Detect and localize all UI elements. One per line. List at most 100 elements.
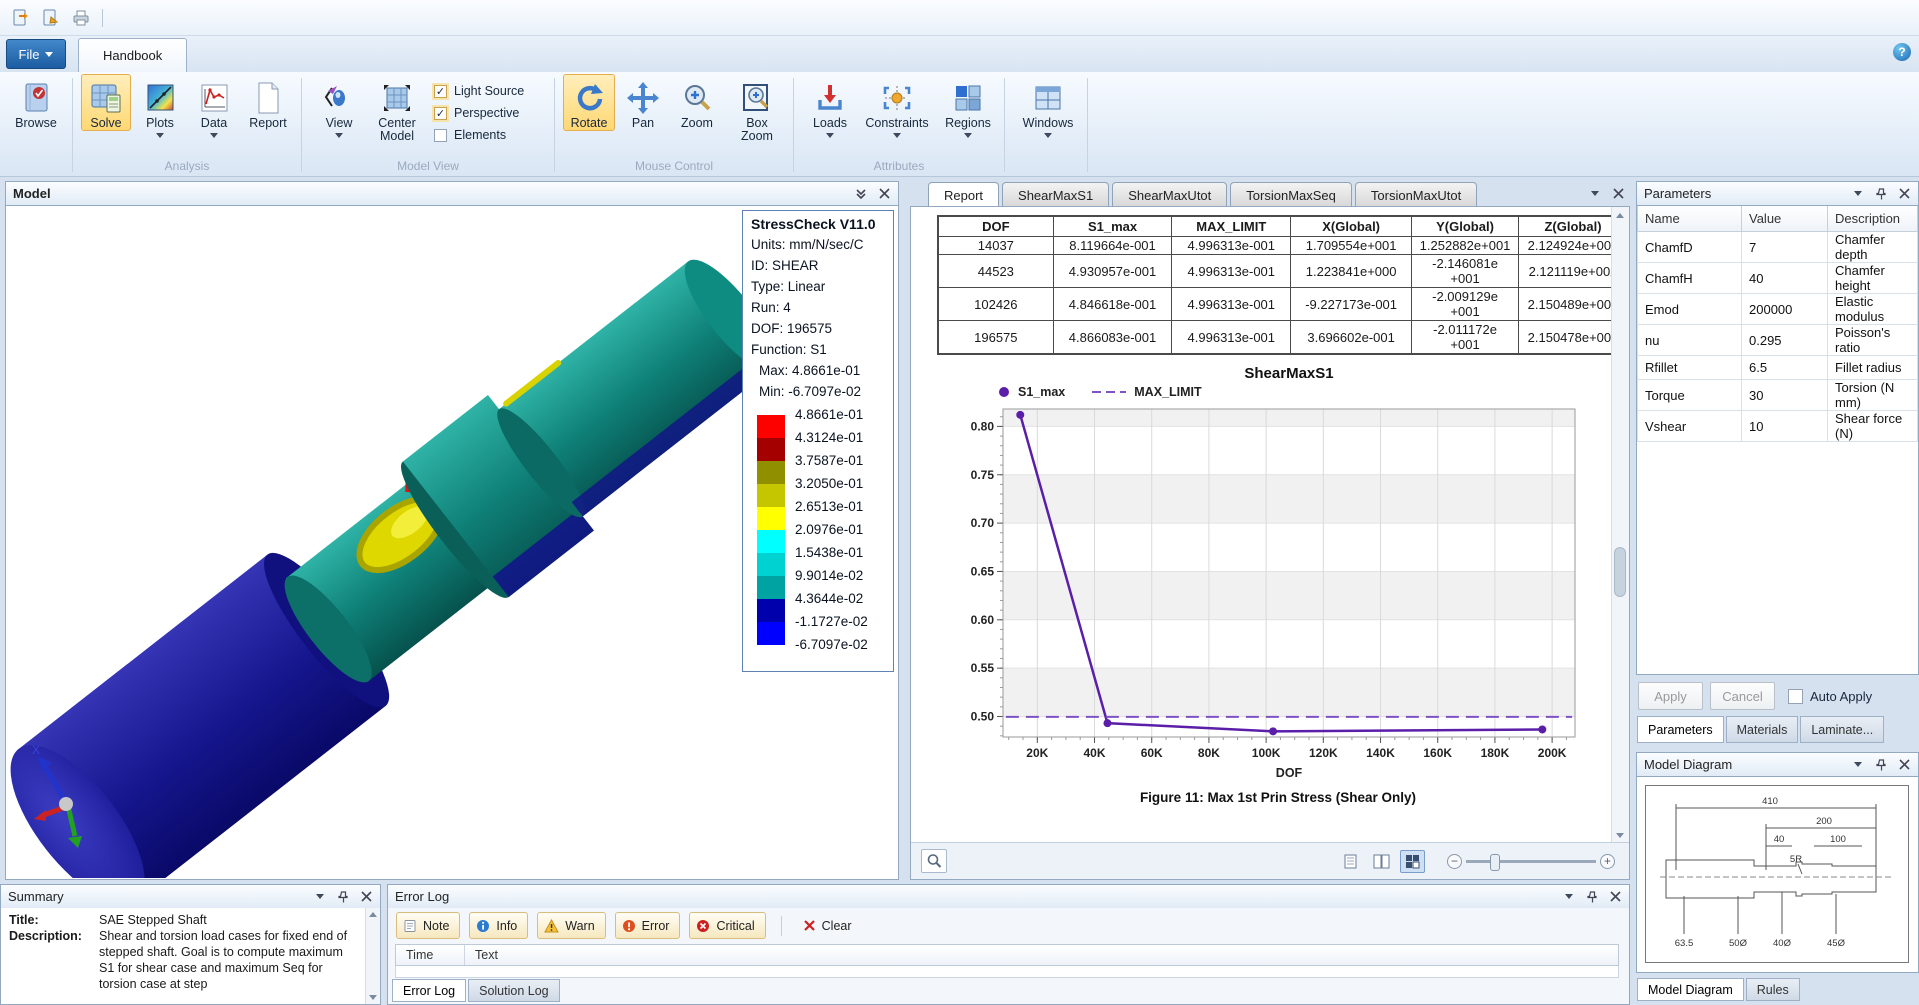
- print-button[interactable]: [70, 7, 92, 29]
- parameter-value-cell[interactable]: 0.295: [1742, 325, 1828, 356]
- help-icon[interactable]: ?: [1893, 43, 1911, 61]
- legend-tick-label: 4.3644e-02: [795, 590, 863, 608]
- zoom-button[interactable]: Zoom: [673, 74, 721, 131]
- tab-shearmaxs1[interactable]: ShearMaxS1: [1002, 182, 1109, 207]
- parameter-column-header: Value: [1742, 206, 1828, 232]
- windows-button[interactable]: Windows: [1017, 74, 1079, 139]
- parameter-column-header: Description: [1828, 206, 1918, 232]
- plots-button[interactable]: Plots: [135, 74, 185, 139]
- tab-materials[interactable]: Materials: [1726, 716, 1799, 743]
- report-column-header: Y(Global): [1412, 216, 1519, 237]
- parameter-value-cell[interactable]: 40: [1742, 263, 1828, 294]
- tab-handbook[interactable]: Handbook: [78, 38, 187, 72]
- tab-shearmaxutot[interactable]: ShearMaxUtot: [1112, 182, 1227, 207]
- info-filter-button[interactable]: Info: [469, 912, 528, 939]
- report-button[interactable]: Report: [243, 74, 293, 131]
- chevron-down-icon[interactable]: [1588, 186, 1602, 200]
- report-zoom-button[interactable]: [921, 849, 947, 873]
- parameter-column-header: Name: [1638, 206, 1742, 232]
- model-viewport[interactable]: X StressCheck V11.0 Units: mm/N/sec/CID:…: [5, 206, 899, 880]
- tab-torsionmaxseq[interactable]: TorsionMaxSeq: [1230, 182, 1352, 207]
- auto-apply-checkbox[interactable]: Auto Apply: [1788, 689, 1872, 704]
- save-model-button[interactable]: [40, 7, 62, 29]
- chevron-down-icon[interactable]: [313, 890, 327, 904]
- regions-button[interactable]: Regions: [940, 74, 996, 139]
- warn-filter-button[interactable]: Warn: [537, 912, 605, 939]
- close-icon[interactable]: [1897, 187, 1911, 201]
- center-model-button[interactable]: Center Model: [368, 74, 426, 144]
- tab-rules[interactable]: Rules: [1746, 978, 1800, 1001]
- tab-error-log[interactable]: Error Log: [392, 979, 466, 1002]
- parameter-value-cell[interactable]: 7: [1742, 232, 1828, 263]
- scroll-up-button[interactable]: [366, 908, 379, 921]
- clear-button[interactable]: Clear: [797, 913, 862, 938]
- column-text[interactable]: Text: [465, 948, 498, 962]
- chevron-down-icon[interactable]: [1851, 758, 1865, 772]
- light-source-checkbox[interactable]: ✓ Light Source: [434, 84, 542, 98]
- box-zoom-button[interactable]: Box Zoom: [729, 74, 785, 144]
- legend-tick-label: 2.0976e-01: [795, 521, 863, 539]
- close-icon[interactable]: [1897, 758, 1911, 772]
- perspective-checkbox[interactable]: ✓ Perspective: [434, 106, 542, 120]
- close-icon[interactable]: [1611, 186, 1625, 200]
- tab-model-diagram[interactable]: Model Diagram: [1637, 978, 1744, 1001]
- error-filter-button[interactable]: Error: [615, 912, 681, 939]
- close-icon[interactable]: [359, 890, 373, 904]
- chart-legend-maxlimit: MAX_LIMIT: [1091, 385, 1201, 399]
- view-mode-single-button[interactable]: [1338, 850, 1363, 873]
- scroll-up-button[interactable]: [1612, 207, 1628, 223]
- view-button[interactable]: View: [316, 74, 362, 139]
- parameter-value-cell[interactable]: 6.5: [1742, 356, 1828, 380]
- tab-solution-log[interactable]: Solution Log: [468, 979, 560, 1002]
- scroll-down-button[interactable]: [366, 991, 379, 1004]
- tab-torsionmaxutot[interactable]: TorsionMaxUtot: [1355, 182, 1477, 207]
- view-mode-grid-button[interactable]: [1400, 850, 1425, 873]
- checkbox-box: ✓: [434, 107, 447, 120]
- constraints-button[interactable]: Constraints: [860, 74, 934, 139]
- rotate-button[interactable]: Rotate: [563, 74, 615, 131]
- apply-button[interactable]: Apply: [1638, 682, 1703, 710]
- report-vertical-scrollbar[interactable]: [1611, 207, 1629, 843]
- file-menu-button[interactable]: File: [6, 39, 66, 69]
- series-dash-icon: [1091, 386, 1127, 398]
- browse-button[interactable]: Browse: [8, 74, 64, 131]
- pin-icon[interactable]: [336, 890, 350, 904]
- pan-button[interactable]: Pan: [621, 74, 665, 131]
- figure-caption: Figure 11: Max 1st Prin Stress (Shear On…: [973, 790, 1583, 805]
- tab-report[interactable]: Report: [928, 182, 999, 207]
- zoom-out-button[interactable]: −: [1447, 854, 1462, 869]
- zoom-slider[interactable]: [1466, 860, 1596, 863]
- view-mode-two-page-button[interactable]: [1369, 850, 1394, 873]
- data-button[interactable]: Data: [189, 74, 239, 139]
- pin-icon[interactable]: [1874, 187, 1888, 201]
- critical-filter-button[interactable]: Critical: [689, 912, 765, 939]
- error-log-title: Error Log: [395, 889, 449, 904]
- close-icon[interactable]: [1608, 890, 1622, 904]
- legend-swatch: [757, 415, 785, 438]
- column-time[interactable]: Time: [396, 945, 465, 965]
- elements-checkbox[interactable]: Elements: [434, 128, 542, 142]
- legend-tick-label: 9.9014e-02: [795, 567, 863, 585]
- summary-scrollbar[interactable]: [365, 908, 380, 1004]
- chevron-down-icon[interactable]: [1851, 187, 1865, 201]
- zoom-in-button[interactable]: +: [1600, 854, 1615, 869]
- parameter-value-cell[interactable]: 200000: [1742, 294, 1828, 325]
- close-icon[interactable]: [877, 187, 891, 201]
- report-table-body: 140378.119664e-0014.996313e-0011.709554e…: [938, 237, 1628, 355]
- tab-laminate[interactable]: Laminate...: [1800, 716, 1884, 743]
- pin-icon[interactable]: [1874, 758, 1888, 772]
- loads-button[interactable]: Loads: [806, 74, 854, 139]
- scrollbar-thumb[interactable]: [1614, 547, 1626, 597]
- tab-parameters[interactable]: Parameters: [1637, 716, 1724, 743]
- scroll-down-button[interactable]: [1612, 827, 1628, 843]
- cancel-button[interactable]: Cancel: [1710, 682, 1775, 710]
- solve-button[interactable]: Solve: [81, 74, 131, 131]
- chevron-down-icon[interactable]: [1562, 890, 1576, 904]
- zoom-slider-thumb[interactable]: [1490, 854, 1500, 871]
- new-document-button[interactable]: [10, 7, 32, 29]
- window-position-icon[interactable]: [854, 187, 868, 201]
- parameter-value-cell[interactable]: 10: [1742, 411, 1828, 442]
- note-filter-button[interactable]: Note: [396, 912, 460, 939]
- pin-icon[interactable]: [1585, 890, 1599, 904]
- parameter-value-cell[interactable]: 30: [1742, 380, 1828, 411]
